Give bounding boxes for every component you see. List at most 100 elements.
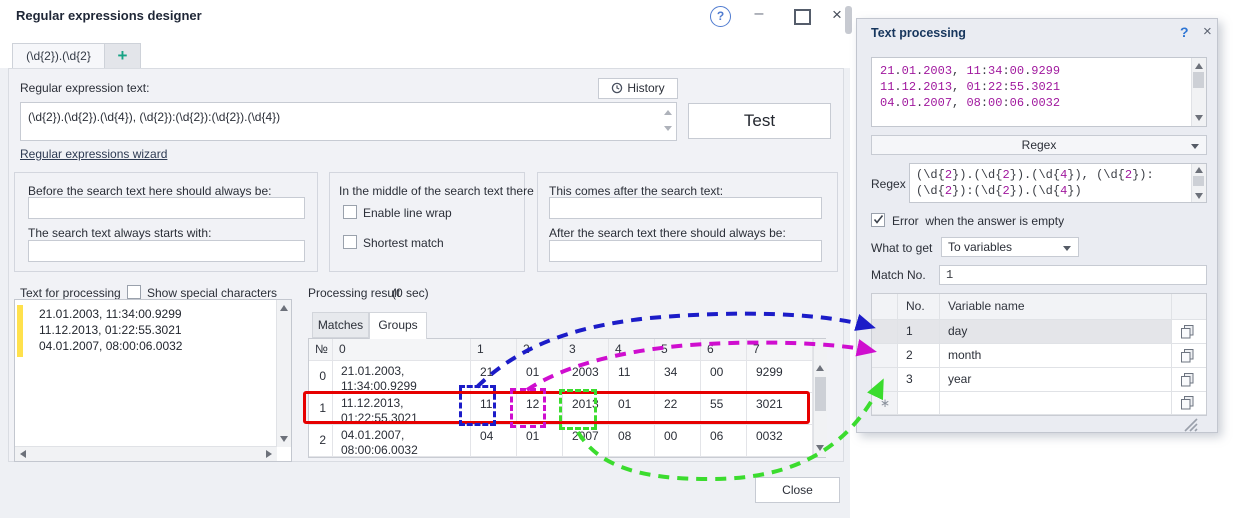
scrollbar-thumb[interactable]: [815, 377, 826, 411]
row-number[interactable]: 0: [309, 361, 333, 393]
column-header[interactable]: 6: [701, 339, 747, 361]
group-cell[interactable]: 08: [609, 425, 655, 457]
column-header[interactable]: 1: [471, 339, 517, 361]
group-cell[interactable]: 01: [609, 393, 655, 425]
group-cell[interactable]: 9299: [747, 361, 813, 393]
group-cell[interactable]: 2013: [563, 393, 609, 425]
vertical-scrollbar[interactable]: [276, 300, 291, 447]
scroll-down-icon[interactable]: [816, 445, 824, 451]
panel-source-text[interactable]: 21.01.2003, 11:34:00.9299 11.12.2013, 01…: [871, 57, 1207, 127]
before-input[interactable]: [28, 197, 305, 219]
group-cell[interactable]: 00: [655, 425, 701, 457]
group-cell[interactable]: 3021: [747, 393, 813, 425]
after-always-input[interactable]: [549, 240, 822, 262]
column-header[interactable]: Variable name: [940, 294, 1172, 320]
row-selector[interactable]: [872, 344, 898, 368]
group-cell[interactable]: 11: [609, 361, 655, 393]
show-special-characters-checkbox[interactable]: [127, 285, 141, 299]
column-header[interactable]: 7: [747, 339, 813, 361]
variable-no[interactable]: 3: [898, 368, 940, 392]
scroll-up-icon[interactable]: [280, 305, 288, 311]
regex-wizard-link[interactable]: Regular expressions wizard: [20, 147, 167, 161]
scroll-down-icon[interactable]: [1195, 115, 1203, 121]
error-when-empty-checkbox[interactable]: [871, 213, 885, 227]
group-cell[interactable]: 04: [471, 425, 517, 457]
match-cell[interactable]: 04.01.2007, 08:00:06.0032: [333, 425, 471, 457]
match-cell[interactable]: 11.12.2013, 01:22:55.3021: [333, 393, 471, 425]
column-header[interactable]: 0: [333, 339, 471, 361]
table-vertical-scrollbar[interactable]: [813, 339, 827, 457]
column-header[interactable]: 2: [517, 339, 563, 361]
group-cell[interactable]: 2003: [563, 361, 609, 393]
variable-no[interactable]: 2: [898, 344, 940, 368]
row-selector[interactable]: [872, 320, 898, 344]
tab-matches[interactable]: Matches: [312, 312, 369, 338]
row-selector[interactable]: [872, 368, 898, 392]
shortest-match-checkbox[interactable]: [343, 235, 357, 249]
panel-regex-input[interactable]: (\d{2}).(\d{2}).(\d{4}), (\d{2}): (\d{2}…: [909, 163, 1207, 203]
copy-cell[interactable]: [1172, 392, 1206, 415]
horizontal-scrollbar[interactable]: [15, 446, 277, 461]
variable-name[interactable]: [940, 392, 1172, 415]
copy-cell[interactable]: [1172, 320, 1206, 344]
scrollbar-thumb[interactable]: [1193, 176, 1204, 186]
history-button[interactable]: History: [598, 78, 678, 99]
close-icon[interactable]: ×: [1203, 23, 1212, 40]
maximize-icon[interactable]: [794, 9, 811, 25]
scroll-up-icon[interactable]: [664, 110, 672, 115]
match-no-input[interactable]: 1: [939, 265, 1207, 285]
starts-with-input[interactable]: [28, 240, 305, 262]
variable-name[interactable]: month: [940, 344, 1172, 368]
test-button[interactable]: Test: [688, 103, 831, 139]
group-cell[interactable]: 0032: [747, 425, 813, 457]
enable-line-wrap-checkbox[interactable]: [343, 205, 357, 219]
variable-name[interactable]: day: [940, 320, 1172, 344]
close-button[interactable]: Close: [755, 477, 840, 503]
scroll-right-icon[interactable]: [266, 450, 272, 458]
match-cell[interactable]: 21.01.2003, 11:34:00.9299: [333, 361, 471, 393]
column-header[interactable]: No.: [898, 294, 940, 320]
group-cell[interactable]: 34: [655, 361, 701, 393]
group-cell[interactable]: 00: [701, 361, 747, 393]
group-cell[interactable]: 06: [701, 425, 747, 457]
help-icon[interactable]: ?: [1180, 24, 1189, 40]
group-cell[interactable]: 55: [701, 393, 747, 425]
window-scrollbar-thumb[interactable]: [845, 6, 852, 34]
column-header[interactable]: 4: [609, 339, 655, 361]
column-header[interactable]: 3: [563, 339, 609, 361]
scroll-down-icon[interactable]: [280, 436, 288, 442]
scroll-up-icon[interactable]: [1195, 167, 1203, 173]
text-for-processing-editor[interactable]: 21.01.2003, 11:34:00.9299 11.12.2013, 01…: [14, 299, 292, 462]
resize-grip[interactable]: [1181, 417, 1199, 433]
group-cell[interactable]: 2007: [563, 425, 609, 457]
scroll-left-icon[interactable]: [20, 450, 26, 458]
copy-cell[interactable]: [1172, 368, 1206, 392]
row-number[interactable]: 2: [309, 425, 333, 457]
scrollbar-thumb[interactable]: [1193, 72, 1204, 88]
column-header[interactable]: 5: [655, 339, 701, 361]
comes-after-input[interactable]: [549, 197, 822, 219]
copy-cell[interactable]: [1172, 344, 1206, 368]
mode-selector-dropdown[interactable]: Regex: [871, 135, 1207, 155]
what-to-get-select[interactable]: To variables: [941, 237, 1079, 257]
group-cell[interactable]: 11: [471, 393, 517, 425]
group-cell[interactable]: 12: [517, 393, 563, 425]
vertical-scrollbar[interactable]: [1191, 58, 1206, 126]
help-icon[interactable]: ?: [710, 6, 731, 27]
tab-regex-expression[interactable]: (\d{2}).(\d{2}: [12, 43, 105, 69]
group-cell[interactable]: 01: [517, 425, 563, 457]
add-tab-button[interactable]: +: [104, 43, 141, 69]
regex-expression-input[interactable]: (\d{2}).(\d{2}).(\d{4}), (\d{2}):(\d{2})…: [20, 102, 677, 141]
minimize-icon[interactable]: –: [749, 1, 769, 27]
tab-groups[interactable]: Groups: [369, 312, 427, 339]
vertical-scrollbar[interactable]: [1191, 164, 1206, 202]
scroll-up-icon[interactable]: [1195, 63, 1203, 69]
variable-no[interactable]: 1: [898, 320, 940, 344]
scroll-down-icon[interactable]: [664, 126, 672, 131]
column-header[interactable]: №: [309, 339, 333, 361]
variable-name[interactable]: year: [940, 368, 1172, 392]
scroll-down-icon[interactable]: [1195, 193, 1203, 199]
variable-no[interactable]: [898, 392, 940, 415]
group-cell[interactable]: 22: [655, 393, 701, 425]
scroll-up-icon[interactable]: [816, 365, 824, 371]
